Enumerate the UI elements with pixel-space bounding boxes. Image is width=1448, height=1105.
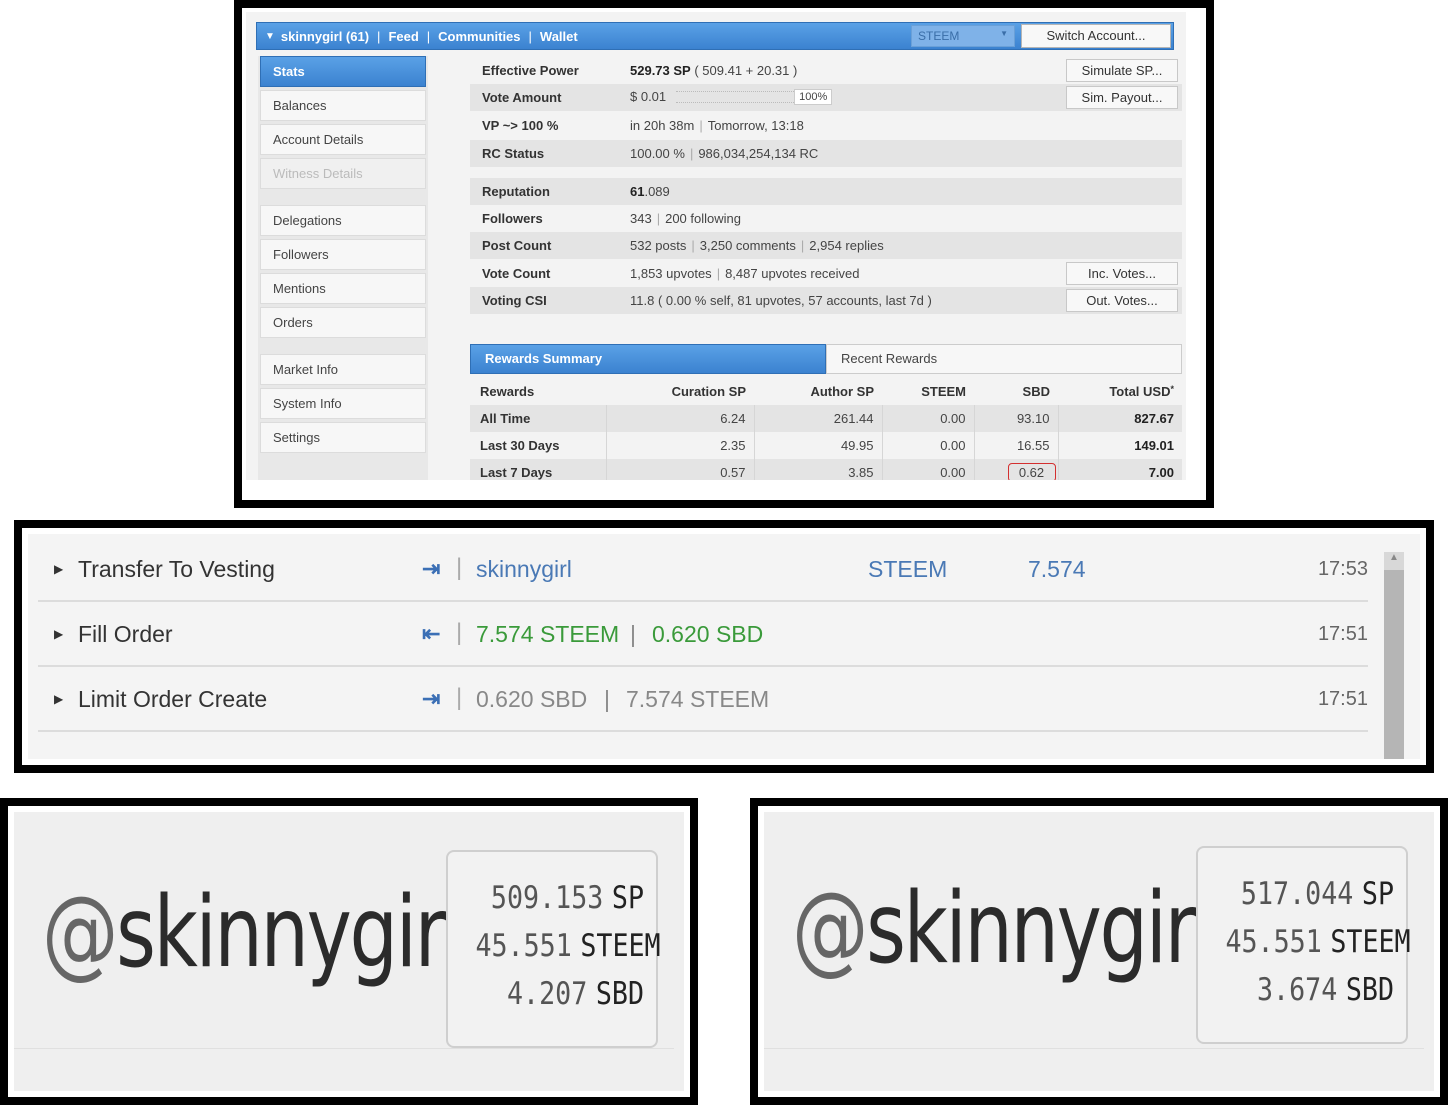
vote-amount-row: Vote Amount $ 0.01 100% Sim. Payout... xyxy=(470,84,1182,111)
sidebar-item-market-info[interactable]: Market Info xyxy=(260,354,426,385)
operations-list: ▶ Transfer To Vesting ⇥ | skinnygirl STE… xyxy=(28,534,1420,759)
sidebar-item-witness-details: Witness Details xyxy=(260,158,426,189)
tab-recent-rewards[interactable]: Recent Rewards xyxy=(826,344,1182,374)
sidebar-item-mentions[interactable]: Mentions xyxy=(260,273,426,304)
table-row: Last 7 Days 0.57 3.85 0.00 0.62 7.00 xyxy=(470,459,1182,480)
nav-communities[interactable]: Communities xyxy=(438,29,520,44)
rewards-tabs: Rewards Summary Recent Rewards xyxy=(470,344,1182,374)
operation-amount: 7.574 xyxy=(1028,556,1086,582)
effective-power-row: Effective Power 529.73 SP ( 509.41 + 20.… xyxy=(470,57,1182,84)
sidebar-item-system-info[interactable]: System Info xyxy=(260,388,426,419)
vote-count-row: Vote Count 1,853 upvotes | 8,487 upvotes r… xyxy=(470,260,1182,287)
account-name[interactable]: skinnygirl (61) xyxy=(281,29,369,44)
sidebar-item-delegations[interactable]: Delegations xyxy=(260,205,426,236)
rc-status-row: RC Status 100.00 % | 986,034,254,134 RC xyxy=(470,140,1182,167)
account-handle: @skinnygirl xyxy=(42,876,465,990)
list-item[interactable]: ▶ Fill Order ⇤ | 7.574 STEEM | 0.620 SBD… xyxy=(38,603,1368,667)
expand-caret-icon[interactable]: ▶ xyxy=(54,627,63,641)
balance-sp: 509.153 SP xyxy=(490,880,644,916)
enter-arrow-icon: ⇥ xyxy=(422,556,441,581)
expand-caret-icon[interactable]: ▶ xyxy=(54,692,63,706)
collapse-triangle-icon[interactable]: ▼ xyxy=(265,31,275,42)
balance-sbd: 3.674 SBD xyxy=(1256,972,1394,1008)
sidebar: Stats Balances Account Details Witness D… xyxy=(258,56,428,480)
followers-row: Followers 343 | 200 following xyxy=(482,211,741,226)
list-item[interactable]: ▶ Limit Order Create ⇥ | 0.620 SBD | 7.5… xyxy=(38,668,1368,732)
operations-panel: ▶ Transfer To Vesting ⇥ | skinnygirl STE… xyxy=(14,520,1434,773)
effective-power-value: 529.73 SP xyxy=(630,63,691,78)
sim-payout-button[interactable]: Sim. Payout... xyxy=(1066,86,1178,109)
operation-account[interactable]: skinnygirl xyxy=(476,556,572,583)
sidebar-item-stats[interactable]: Stats xyxy=(260,56,426,87)
expand-caret-icon[interactable]: ▶ xyxy=(54,562,63,576)
vote-amount-value: $ 0.01 xyxy=(630,89,667,104)
table-row: Last 30 Days 2.35 49.95 0.00 16.55 149.0… xyxy=(470,432,1182,459)
operation-name: Fill Order xyxy=(78,621,173,647)
operation-time: 17:53 xyxy=(1317,558,1368,580)
token-select[interactable]: STEEM ▼ xyxy=(911,25,1015,47)
reputation-row: Reputation 61.089 xyxy=(470,178,1182,205)
voting-csi-row: Voting CSI 11.8 ( 0.00 % self, 81 upvote… xyxy=(470,287,1182,314)
scrollbar-thumb[interactable] xyxy=(1384,570,1404,759)
scroll-up-icon[interactable]: ▲ xyxy=(1389,552,1399,563)
balance-after-panel: @skinnygirl 517.044 SP 45.551 STEEM 3.674 S… xyxy=(750,798,1448,1105)
post-count-row: Post Count 532 posts | 3,250 comments | 2,95… xyxy=(470,232,1182,259)
operation-received: 0.620 SBD xyxy=(652,621,764,647)
operation-asset: STEEM xyxy=(868,556,948,582)
operation-sell: 0.620 SBD xyxy=(476,686,588,712)
vote-weight-percent: 100% xyxy=(794,89,833,105)
tab-rewards-summary[interactable]: Rewards Summary xyxy=(470,344,826,374)
steemworld-window: ▼ skinnygirl (61) | Feed | Communities |… xyxy=(246,12,1186,480)
operation-paid: 7.574 STEEM xyxy=(476,621,620,647)
operation-buy: 7.574 STEEM xyxy=(626,686,770,712)
table-row: All Time 6.24 261.44 0.00 93.10 827.67 xyxy=(470,405,1182,432)
simulate-sp-button[interactable]: Simulate SP... xyxy=(1066,59,1178,82)
inc-votes-button[interactable]: Inc. Votes... xyxy=(1066,262,1178,285)
balance-box: 517.044 SP 45.551 STEEM 3.674 SBD xyxy=(1196,846,1411,1044)
enter-arrow-icon: ⇥ xyxy=(422,686,441,711)
rewards-table: Rewards Curation SP Author SP STEEM SBD … xyxy=(470,378,1182,480)
divider xyxy=(764,1048,1424,1049)
effective-power-detail: ( 509.41 + 20.31 ) xyxy=(694,63,798,78)
operation-name: Transfer To Vesting xyxy=(78,556,275,582)
rewards-header-row: Rewards Curation SP Author SP STEEM SBD … xyxy=(480,384,1174,399)
steemworld-header: ▼ skinnygirl (61) | Feed | Communities |… xyxy=(256,22,1174,50)
balance-steem: 45.551 STEEM xyxy=(1225,924,1411,960)
switch-account-button[interactable]: Switch Account... xyxy=(1021,24,1171,48)
operation-name: Limit Order Create xyxy=(78,686,268,712)
dropdown-arrow-icon: ▼ xyxy=(1000,29,1008,38)
token-select-value: STEEM xyxy=(918,29,960,43)
exit-arrow-icon: ⇤ xyxy=(422,621,441,646)
sidebar-item-account-details[interactable]: Account Details xyxy=(260,124,426,155)
account-handle: @skinnygirl xyxy=(792,872,1215,986)
list-item[interactable]: ▶ Transfer To Vesting ⇥ | skinnygirl STE… xyxy=(38,538,1368,602)
balance-box: 509.153 SP 45.551 STEEM 4.207 SBD xyxy=(446,850,661,1048)
operation-time: 17:51 xyxy=(1317,688,1368,710)
divider xyxy=(14,1048,674,1049)
nav-wallet[interactable]: Wallet xyxy=(540,29,578,44)
vp-row: VP ~> 100 % in 20h 38m | Tomorrow, 13:18 xyxy=(482,118,804,133)
nav-feed[interactable]: Feed xyxy=(388,29,418,44)
sidebar-item-followers[interactable]: Followers xyxy=(260,239,426,270)
balance-sbd: 4.207 SBD xyxy=(506,976,644,1012)
sidebar-item-orders[interactable]: Orders xyxy=(260,307,426,338)
highlighted-sbd-value: 0.62 xyxy=(1007,463,1056,480)
balance-steem: 45.551 STEEM xyxy=(475,928,661,964)
vote-weight-slider[interactable] xyxy=(676,91,795,103)
sidebar-item-balances[interactable]: Balances xyxy=(260,90,426,121)
scrollbar[interactable]: ▲ xyxy=(1384,552,1404,759)
out-votes-button[interactable]: Out. Votes... xyxy=(1066,289,1178,312)
steemworld-panel: ▼ skinnygirl (61) | Feed | Communities |… xyxy=(234,0,1214,508)
operation-time: 17:51 xyxy=(1317,623,1368,645)
balance-before-panel: @skinnygirl 509.153 SP 45.551 STEEM 4.207 S… xyxy=(0,798,698,1105)
sidebar-item-settings[interactable]: Settings xyxy=(260,422,426,453)
balance-sp: 517.044 SP xyxy=(1240,876,1394,912)
